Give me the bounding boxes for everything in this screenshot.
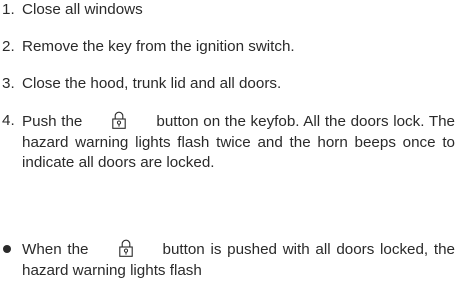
step-text: Remove the key from the ignition switch. (22, 38, 295, 55)
step-text: Close all windows (22, 1, 143, 18)
list-item: When the button is pushed with all doors … (0, 239, 455, 281)
step-text-pre: Push the (22, 113, 83, 130)
bullet-point (3, 245, 11, 253)
list-item: 3. Close the hood, trunk lid and all doo… (0, 74, 455, 95)
step-text-post: button on the keyfob. All the doors lock… (22, 113, 455, 171)
bullet-text-pre: When the (22, 241, 89, 258)
list-item: 1. Close all windows (0, 0, 455, 21)
document-page: 1. Close all windows 2. Remove the key f… (0, 0, 459, 282)
bullet-text: When the button is pushed with all doors … (22, 239, 455, 281)
step-text: Close the hood, trunk lid and all doors. (22, 75, 282, 92)
list-item: 2. Remove the key from the ignition swit… (0, 37, 455, 58)
step-number: 4. (2, 112, 15, 129)
list-item: 4. Push the button on the keyfob. All the… (0, 111, 455, 174)
lock-icon (112, 111, 127, 129)
step-number: 3. (2, 75, 15, 92)
step-text: Push the button on the keyfob. All the do… (22, 111, 455, 174)
step-number: 2. (2, 38, 15, 55)
step-number: 1. (2, 1, 15, 18)
lock-icon (118, 239, 133, 257)
